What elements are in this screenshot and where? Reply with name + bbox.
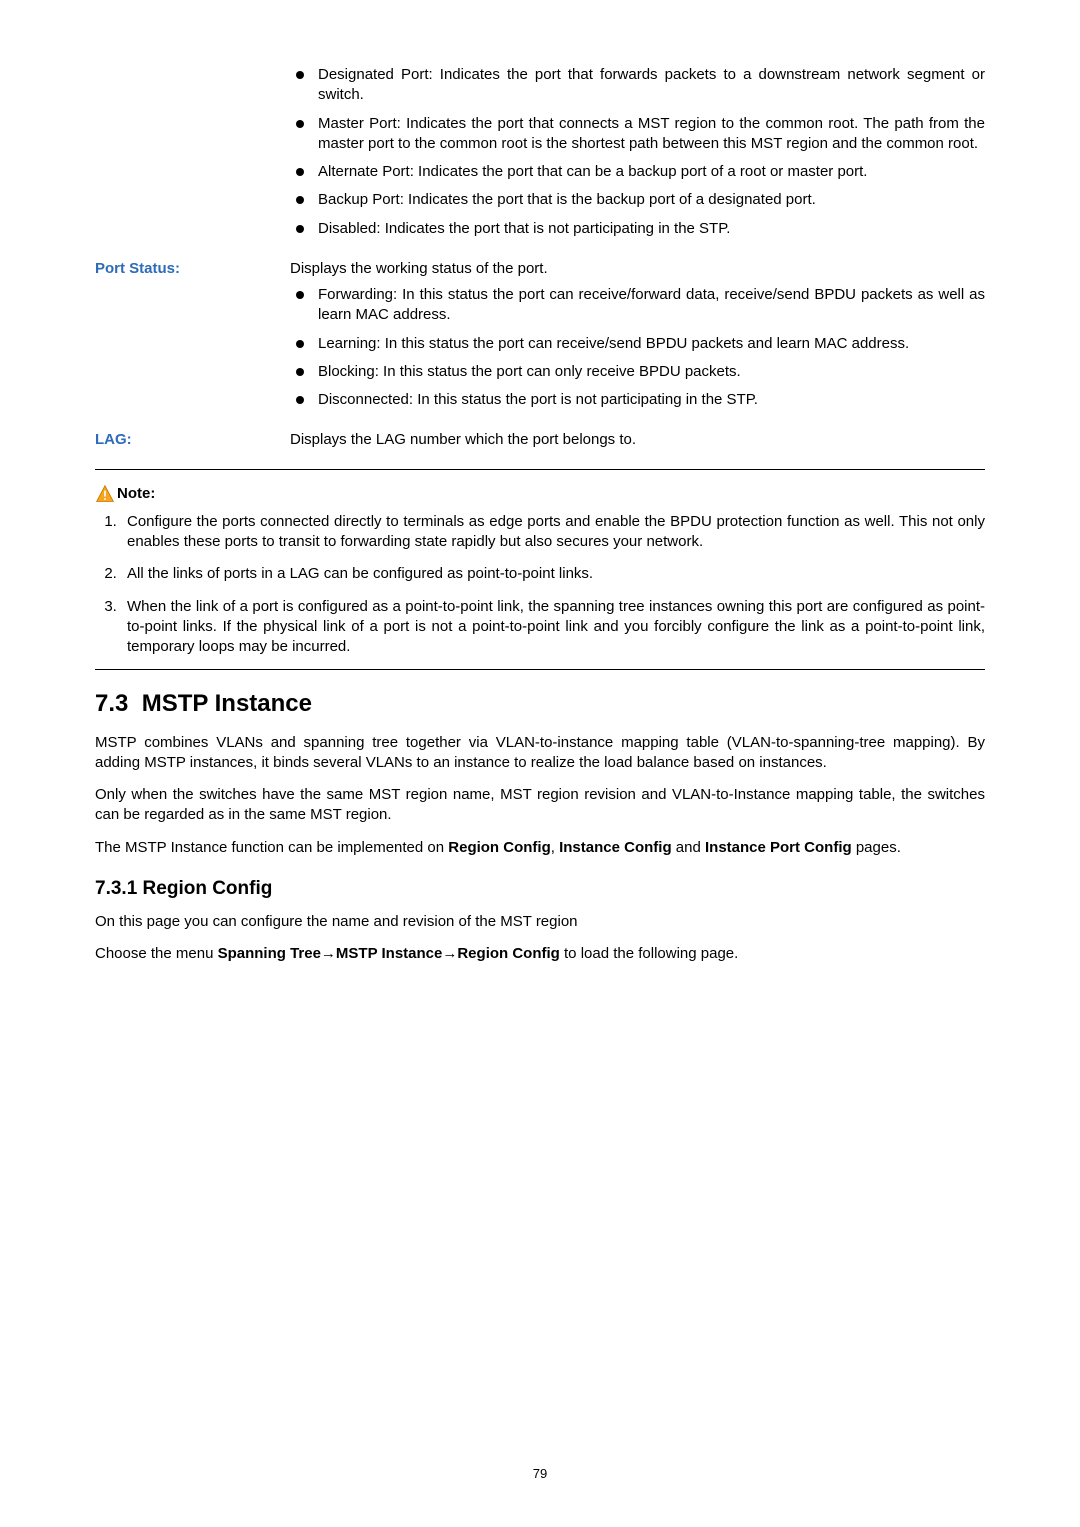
section-paragraph: The MSTP Instance function can be implem…: [95, 838, 985, 858]
bold-text: Spanning Tree→MSTP Instance→Region Confi…: [218, 945, 560, 962]
bullet-list-top: Designated Port: Indicates the port that…: [290, 65, 985, 239]
port-status-body: Displays the working status of the port.…: [290, 259, 985, 419]
page-number: 79: [0, 1465, 1080, 1483]
bullet-item: Disabled: Indicates the port that is not…: [290, 219, 985, 239]
subsection-heading: 7.3.1 Region Config: [95, 876, 985, 902]
bullet-item: Designated Port: Indicates the port that…: [290, 65, 985, 106]
bold-text: Region Config: [448, 839, 550, 856]
bullet-item: Forwarding: In this status the port can …: [290, 285, 985, 326]
lag-label: LAG:: [95, 430, 290, 456]
subsection-paragraph: Choose the menu Spanning Tree→MSTP Insta…: [95, 944, 985, 964]
port-status-label: Port Status:: [95, 259, 290, 419]
note-header: Note:: [95, 484, 985, 504]
subsection-title: Region Config: [143, 878, 273, 899]
text: to load the following page.: [560, 945, 738, 962]
definition-row-lag: LAG: Displays the LAG number which the p…: [95, 430, 985, 456]
warning-icon: [95, 484, 115, 504]
note-item: When the link of a port is configured as…: [121, 597, 985, 658]
section-paragraph: MSTP combines VLANs and spanning tree to…: [95, 733, 985, 774]
section-number: 7.3: [95, 690, 128, 717]
bullet-item: Master Port: Indicates the port that con…: [290, 114, 985, 155]
separator-bottom: [95, 669, 985, 670]
text: The MSTP Instance function can be implem…: [95, 839, 448, 856]
bullet-item: Backup Port: Indicates the port that is …: [290, 190, 985, 210]
bullet-list-port-status: Forwarding: In this status the port can …: [290, 285, 985, 410]
text: ,: [551, 839, 559, 856]
note-list: Configure the ports connected directly t…: [95, 512, 985, 658]
lag-desc: Displays the LAG number which the port b…: [290, 430, 985, 450]
bold-text: Instance Port Config: [705, 839, 852, 856]
section-title: MSTP Instance: [142, 690, 312, 717]
port-status-desc: Displays the working status of the port.: [290, 259, 985, 279]
bullet-item: Disconnected: In this status the port is…: [290, 390, 985, 410]
text: Choose the menu: [95, 945, 218, 962]
note-item: All the links of ports in a LAG can be c…: [121, 564, 985, 584]
note-item: Configure the ports connected directly t…: [121, 512, 985, 553]
bold-text: Instance Config: [559, 839, 672, 856]
text: pages.: [852, 839, 901, 856]
subsection-paragraph: On this page you can configure the name …: [95, 912, 985, 932]
definition-row-port-status: Port Status: Displays the working status…: [95, 259, 985, 419]
section-heading: 7.3 MSTP Instance: [95, 688, 985, 720]
section-paragraph: Only when the switches have the same MST…: [95, 785, 985, 826]
bullet-item: Alternate Port: Indicates the port that …: [290, 162, 985, 182]
text: and: [672, 839, 705, 856]
separator-top: [95, 469, 985, 470]
definition-row-top: Designated Port: Indicates the port that…: [95, 65, 985, 247]
bullet-item: Blocking: In this status the port can on…: [290, 362, 985, 382]
page-container: Designated Port: Indicates the port that…: [0, 0, 1080, 1527]
note-label: Note:: [117, 484, 155, 504]
definition-label-empty: [95, 65, 290, 247]
subsection-number: 7.3.1: [95, 878, 137, 899]
definition-body-top: Designated Port: Indicates the port that…: [290, 65, 985, 247]
bullet-item: Learning: In this status the port can re…: [290, 334, 985, 354]
lag-body: Displays the LAG number which the port b…: [290, 430, 985, 456]
